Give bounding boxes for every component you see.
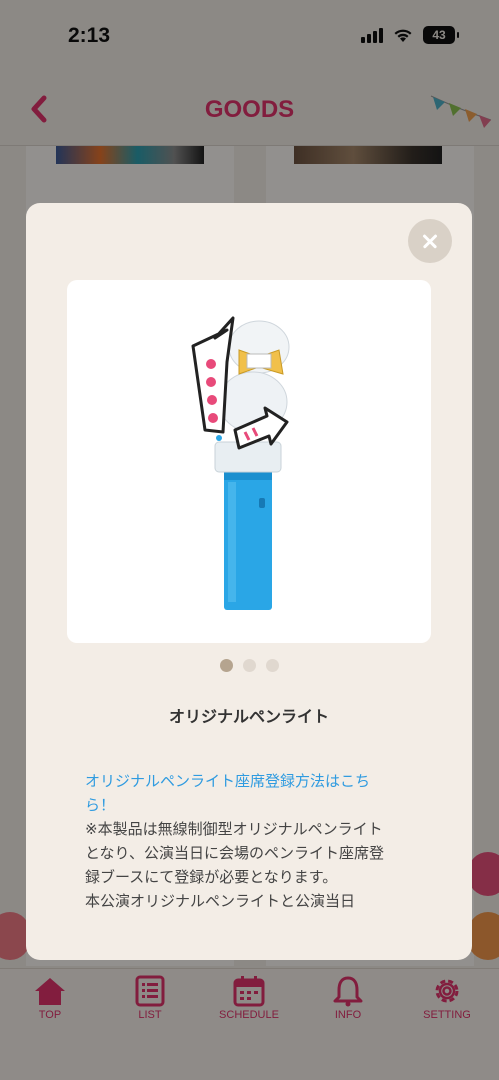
product-modal: オリジナルペンライト オリジナルペンライト座席登録方法はこちら！ ※本製品は無線… xyxy=(26,203,472,960)
carousel-dot[interactable] xyxy=(265,659,279,672)
close-button[interactable] xyxy=(408,219,452,263)
carousel-dot[interactable] xyxy=(242,659,256,672)
product-name: オリジナルペンライト xyxy=(168,707,329,726)
carousel-dots xyxy=(26,659,472,672)
carousel-dot[interactable] xyxy=(219,659,233,672)
description-text: 本公演オリジナルペンライトと公演当日 xyxy=(85,892,356,910)
product-description: オリジナルペンライト座席登録方法はこちら！ ※本製品は無線制御型オリジナルペンラ… xyxy=(85,769,395,913)
product-image[interactable] xyxy=(67,280,431,643)
description-text: ※本製品は無線制御型オリジナルペンライトとなり、公演当日に会場のペンライト座席登… xyxy=(85,820,384,886)
registration-link[interactable]: オリジナルペンライト座席登録方法はこちら！ xyxy=(85,769,395,817)
penlight-image xyxy=(191,316,290,610)
